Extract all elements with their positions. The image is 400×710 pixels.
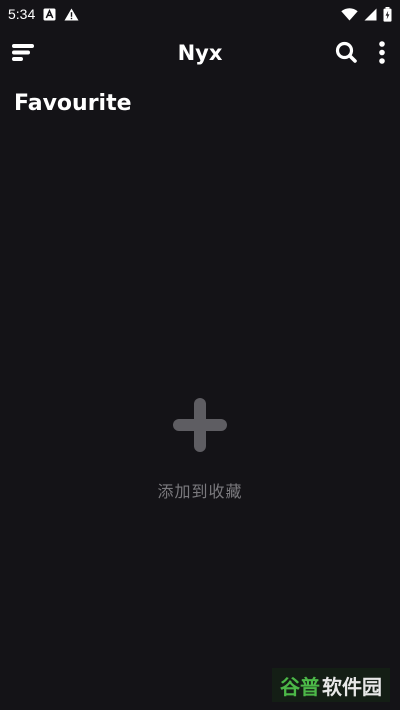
battery-icon — [383, 6, 392, 22]
search-icon — [334, 40, 358, 69]
more-options-button[interactable] — [372, 40, 392, 68]
watermark-brand: 谷普 — [280, 674, 320, 699]
warning-icon — [64, 8, 79, 21]
wifi-icon — [341, 7, 358, 21]
watermark-text: 软件园 — [322, 674, 382, 699]
status-left-group: 5:34 — [8, 6, 79, 22]
page-title: Favourite — [14, 91, 132, 116]
add-favourite-button[interactable] — [171, 396, 229, 459]
status-right-group — [341, 6, 392, 22]
menu-button[interactable] — [8, 40, 40, 68]
more-vert-icon — [378, 40, 386, 69]
add-favourite-label: 添加到收藏 — [157, 482, 243, 501]
watermark: 谷普 软件园 — [272, 668, 390, 702]
plus-icon — [171, 396, 229, 459]
search-button[interactable] — [332, 40, 360, 68]
status-bar: 5:34 — [0, 0, 400, 28]
app-bar: Nyx — [0, 28, 400, 80]
status-time: 5:34 — [8, 6, 36, 22]
menu-icon — [11, 42, 37, 67]
signal-icon — [364, 8, 377, 21]
empty-state: 添加到收藏 — [0, 396, 400, 502]
notification-a-icon — [43, 8, 56, 21]
